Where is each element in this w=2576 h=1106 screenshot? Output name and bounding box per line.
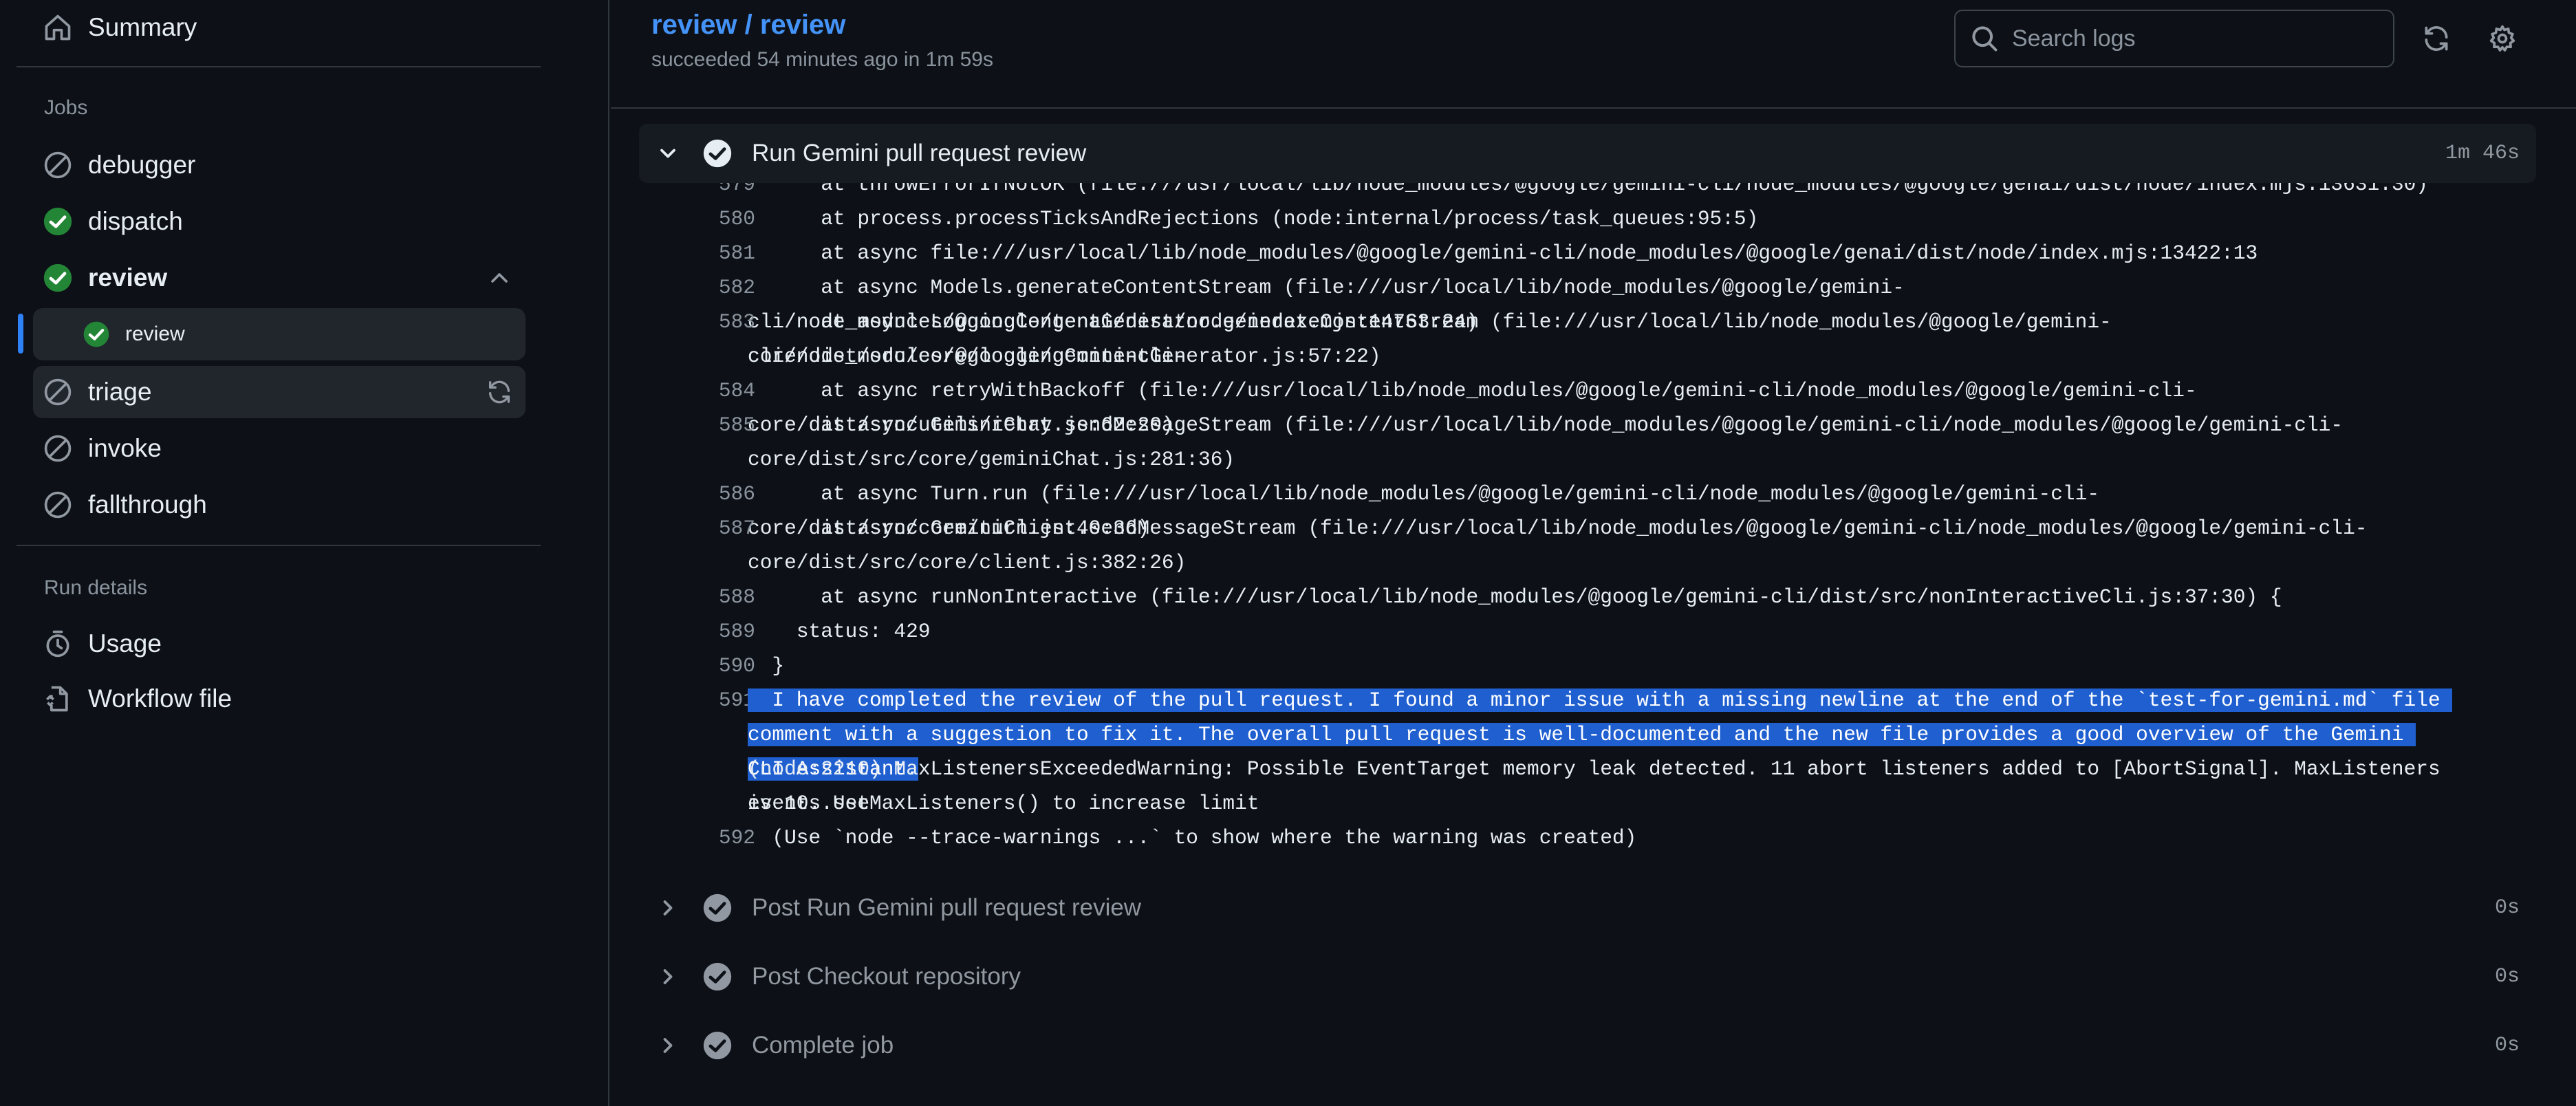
log-text: }	[748, 654, 785, 677]
log-text: core/dist/src/core/geminiChat.js:281:36)	[748, 448, 1235, 471]
chevron-right-icon	[653, 962, 683, 992]
check-circle-icon	[702, 138, 733, 169]
sidebar-item-invoke[interactable]: invoke	[33, 422, 526, 475]
sidebar-divider	[17, 545, 541, 546]
log-text: at process.processTicksAndRejections (no…	[748, 207, 1759, 230]
sidebar-item-dispatch[interactable]: dispatch	[33, 195, 526, 248]
step-duration: 0s	[2494, 896, 2520, 920]
step-duration: 0s	[2494, 1034, 2520, 1057]
check-circle-icon	[702, 893, 733, 923]
line-number[interactable]: 582	[644, 270, 755, 305]
log-text: at async GeminiClient.sendMessageStream …	[748, 517, 2368, 540]
step-run-gemini-review[interactable]: Run Gemini pull request review 1m 46s	[639, 124, 2536, 183]
sidebar-divider	[17, 66, 541, 67]
sidebar-item-label: Summary	[88, 13, 197, 41]
job-title-link[interactable]: review / review	[651, 10, 845, 41]
sidebar-item-usage[interactable]: Usage	[33, 618, 526, 670]
step-complete-job[interactable]: Complete job 0s	[639, 1016, 2536, 1075]
search-logs-input[interactable]	[2012, 25, 2393, 52]
success-check-icon	[43, 263, 73, 293]
sidebar-item-label: review	[125, 323, 185, 345]
line-number[interactable]: 592	[644, 821, 755, 855]
step-post-run-gemini-review[interactable]: Post Run Gemini pull request review 0s	[639, 878, 2536, 937]
sidebar-item-label: debugger	[88, 151, 196, 179]
skipped-icon	[43, 490, 73, 520]
step-name: Complete job	[752, 1032, 894, 1059]
step-post-checkout-repository[interactable]: Post Checkout repository 0s	[639, 947, 2536, 1006]
success-check-icon	[43, 206, 73, 237]
rerun-icon[interactable]	[484, 377, 515, 407]
log-area: 579 at throwErrorIfNotOK (file:///usr/lo…	[611, 109, 2576, 1106]
sidebar: Summary Jobs debugger dispatch review re…	[0, 0, 609, 1106]
search-icon	[1969, 23, 2000, 54]
sidebar-item-fallthrough[interactable]: fallthrough	[33, 479, 526, 531]
refresh-icon	[2421, 23, 2451, 54]
line-number[interactable]: 589	[644, 614, 755, 649]
line-number[interactable]: 581	[644, 236, 755, 270]
step-name: Post Checkout repository	[752, 963, 1021, 990]
settings-button[interactable]	[2482, 18, 2523, 59]
log-text: at async runNonInteractive (file:///usr/…	[748, 585, 2282, 609]
stopwatch-icon	[43, 629, 73, 659]
sidebar-item-triage[interactable]: triage	[33, 366, 526, 418]
active-item-indicator	[18, 314, 23, 354]
log-text: core/dist/src/core/loggingContentGenerat…	[748, 345, 1381, 368]
sidebar-item-review[interactable]: review	[33, 252, 526, 304]
line-number[interactable]: 590	[644, 649, 755, 683]
sidebar-item-debugger[interactable]: debugger	[33, 139, 526, 191]
run-details-heading: Run details	[44, 576, 148, 599]
sidebar-item-workflow-file[interactable]: Workflow file	[33, 673, 526, 725]
step-name: Run Gemini pull request review	[752, 140, 1087, 166]
sidebar-item-label: invoke	[88, 434, 162, 462]
line-number[interactable]: 583	[644, 305, 755, 339]
check-circle-icon	[702, 962, 733, 992]
gear-icon	[2487, 23, 2518, 54]
home-icon	[43, 12, 73, 43]
line-number[interactable]: 591	[644, 683, 755, 717]
line-number[interactable]: 587	[644, 511, 755, 545]
log-text: status: 429	[748, 620, 931, 643]
sidebar-item-label: triage	[88, 378, 152, 406]
log-text: core/dist/src/core/client.js:382:26)	[748, 551, 1187, 574]
sidebar-item-label: dispatch	[88, 207, 183, 235]
step-duration: 0s	[2494, 965, 2520, 988]
jobs-heading: Jobs	[44, 96, 88, 119]
line-number[interactable]: 584	[644, 373, 755, 408]
skipped-icon	[43, 433, 73, 464]
log-header: review / review succeeded 54 minutes ago…	[611, 0, 2576, 109]
skipped-icon	[43, 150, 73, 180]
chevron-down-icon	[653, 138, 683, 169]
sidebar-item-label: review	[88, 263, 168, 292]
chevron-up-icon[interactable]	[484, 263, 515, 293]
line-number[interactable]: 588	[644, 580, 755, 614]
sidebar-item-label: Workflow file	[88, 684, 232, 713]
log-text: at async file:///usr/local/lib/node_modu…	[748, 241, 2258, 265]
job-log-panel: review / review succeeded 54 minutes ago…	[611, 0, 2576, 1106]
job-status-text: succeeded 54 minutes ago in 1m 59s	[651, 48, 993, 71]
sidebar-item-summary[interactable]: Summary	[33, 1, 526, 54]
success-check-icon	[83, 321, 110, 348]
search-logs-box[interactable]	[1954, 10, 2394, 67]
workflow-file-icon	[43, 684, 73, 714]
line-number[interactable]: 585	[644, 408, 755, 442]
check-circle-icon	[702, 1030, 733, 1061]
sidebar-item-review-job[interactable]: review	[33, 308, 526, 360]
log-text: events.setMaxListeners() to increase lim…	[748, 792, 1259, 815]
step-duration: 1m 46s	[2445, 142, 2520, 165]
line-number[interactable]: 586	[644, 477, 755, 511]
chevron-right-icon	[653, 893, 683, 923]
refresh-button[interactable]	[2416, 18, 2457, 59]
app-window: Summary Jobs debugger dispatch review re…	[0, 0, 2576, 1106]
log-text: (Use `node --trace-warnings ...` to show…	[748, 826, 1637, 849]
skipped-icon	[43, 377, 73, 407]
sidebar-item-label: Usage	[88, 629, 162, 658]
line-number[interactable]: 580	[644, 202, 755, 236]
log-text: at async GeminiChat.sendMessageStream (f…	[748, 413, 2344, 437]
sidebar-item-label: fallthrough	[88, 490, 207, 519]
step-name: Post Run Gemini pull request review	[752, 894, 1142, 921]
chevron-right-icon	[653, 1030, 683, 1061]
